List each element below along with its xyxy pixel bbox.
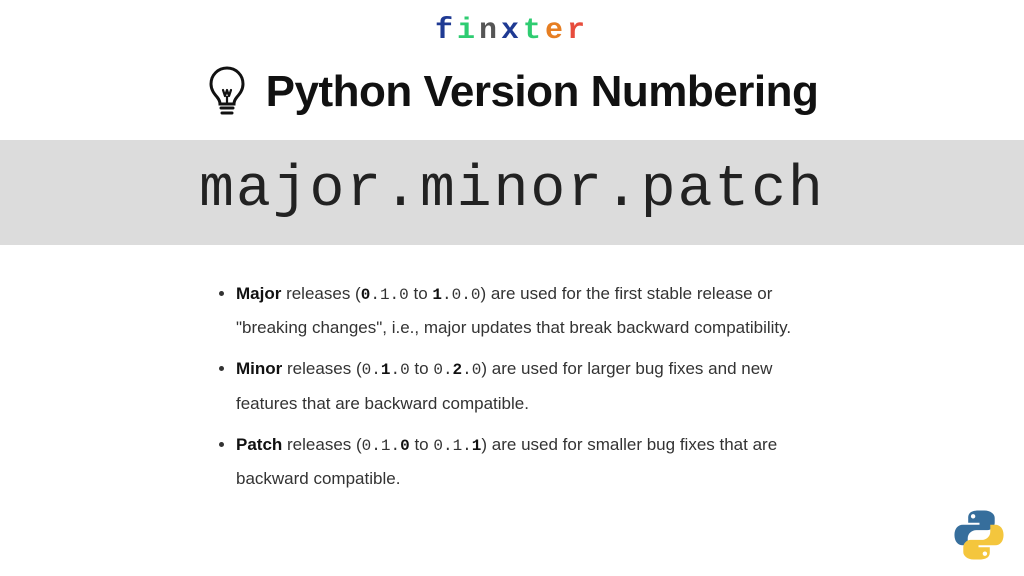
- brand-logo: finxter: [0, 0, 1024, 48]
- list-item: Major releases (0.1.0 to 1.0.0) are used…: [236, 277, 812, 344]
- release-type-label: Minor: [236, 359, 282, 378]
- release-type-label: Major: [236, 284, 281, 303]
- python-logo-icon: [952, 508, 1006, 562]
- brand-letter: e: [545, 14, 567, 48]
- brand-letter: i: [457, 14, 479, 48]
- version-format-banner: major.minor.patch: [0, 140, 1024, 245]
- release-type-label: Patch: [236, 435, 282, 454]
- lightbulb-icon: [206, 66, 248, 118]
- list-item: Minor releases (0.1.0 to 0.2.0) are used…: [236, 352, 812, 419]
- brand-letter: t: [523, 14, 545, 48]
- description-list: Major releases (0.1.0 to 1.0.0) are used…: [192, 277, 832, 495]
- title-row: Python Version Numbering: [0, 66, 1024, 118]
- brand-letter: r: [567, 14, 589, 48]
- brand-letter: x: [501, 14, 523, 48]
- version-format-text: major.minor.patch: [199, 158, 825, 223]
- brand-letter: n: [479, 14, 501, 48]
- page-title: Python Version Numbering: [266, 67, 819, 117]
- list-item: Patch releases (0.1.0 to 0.1.1) are used…: [236, 428, 812, 495]
- brand-letter: f: [435, 14, 457, 48]
